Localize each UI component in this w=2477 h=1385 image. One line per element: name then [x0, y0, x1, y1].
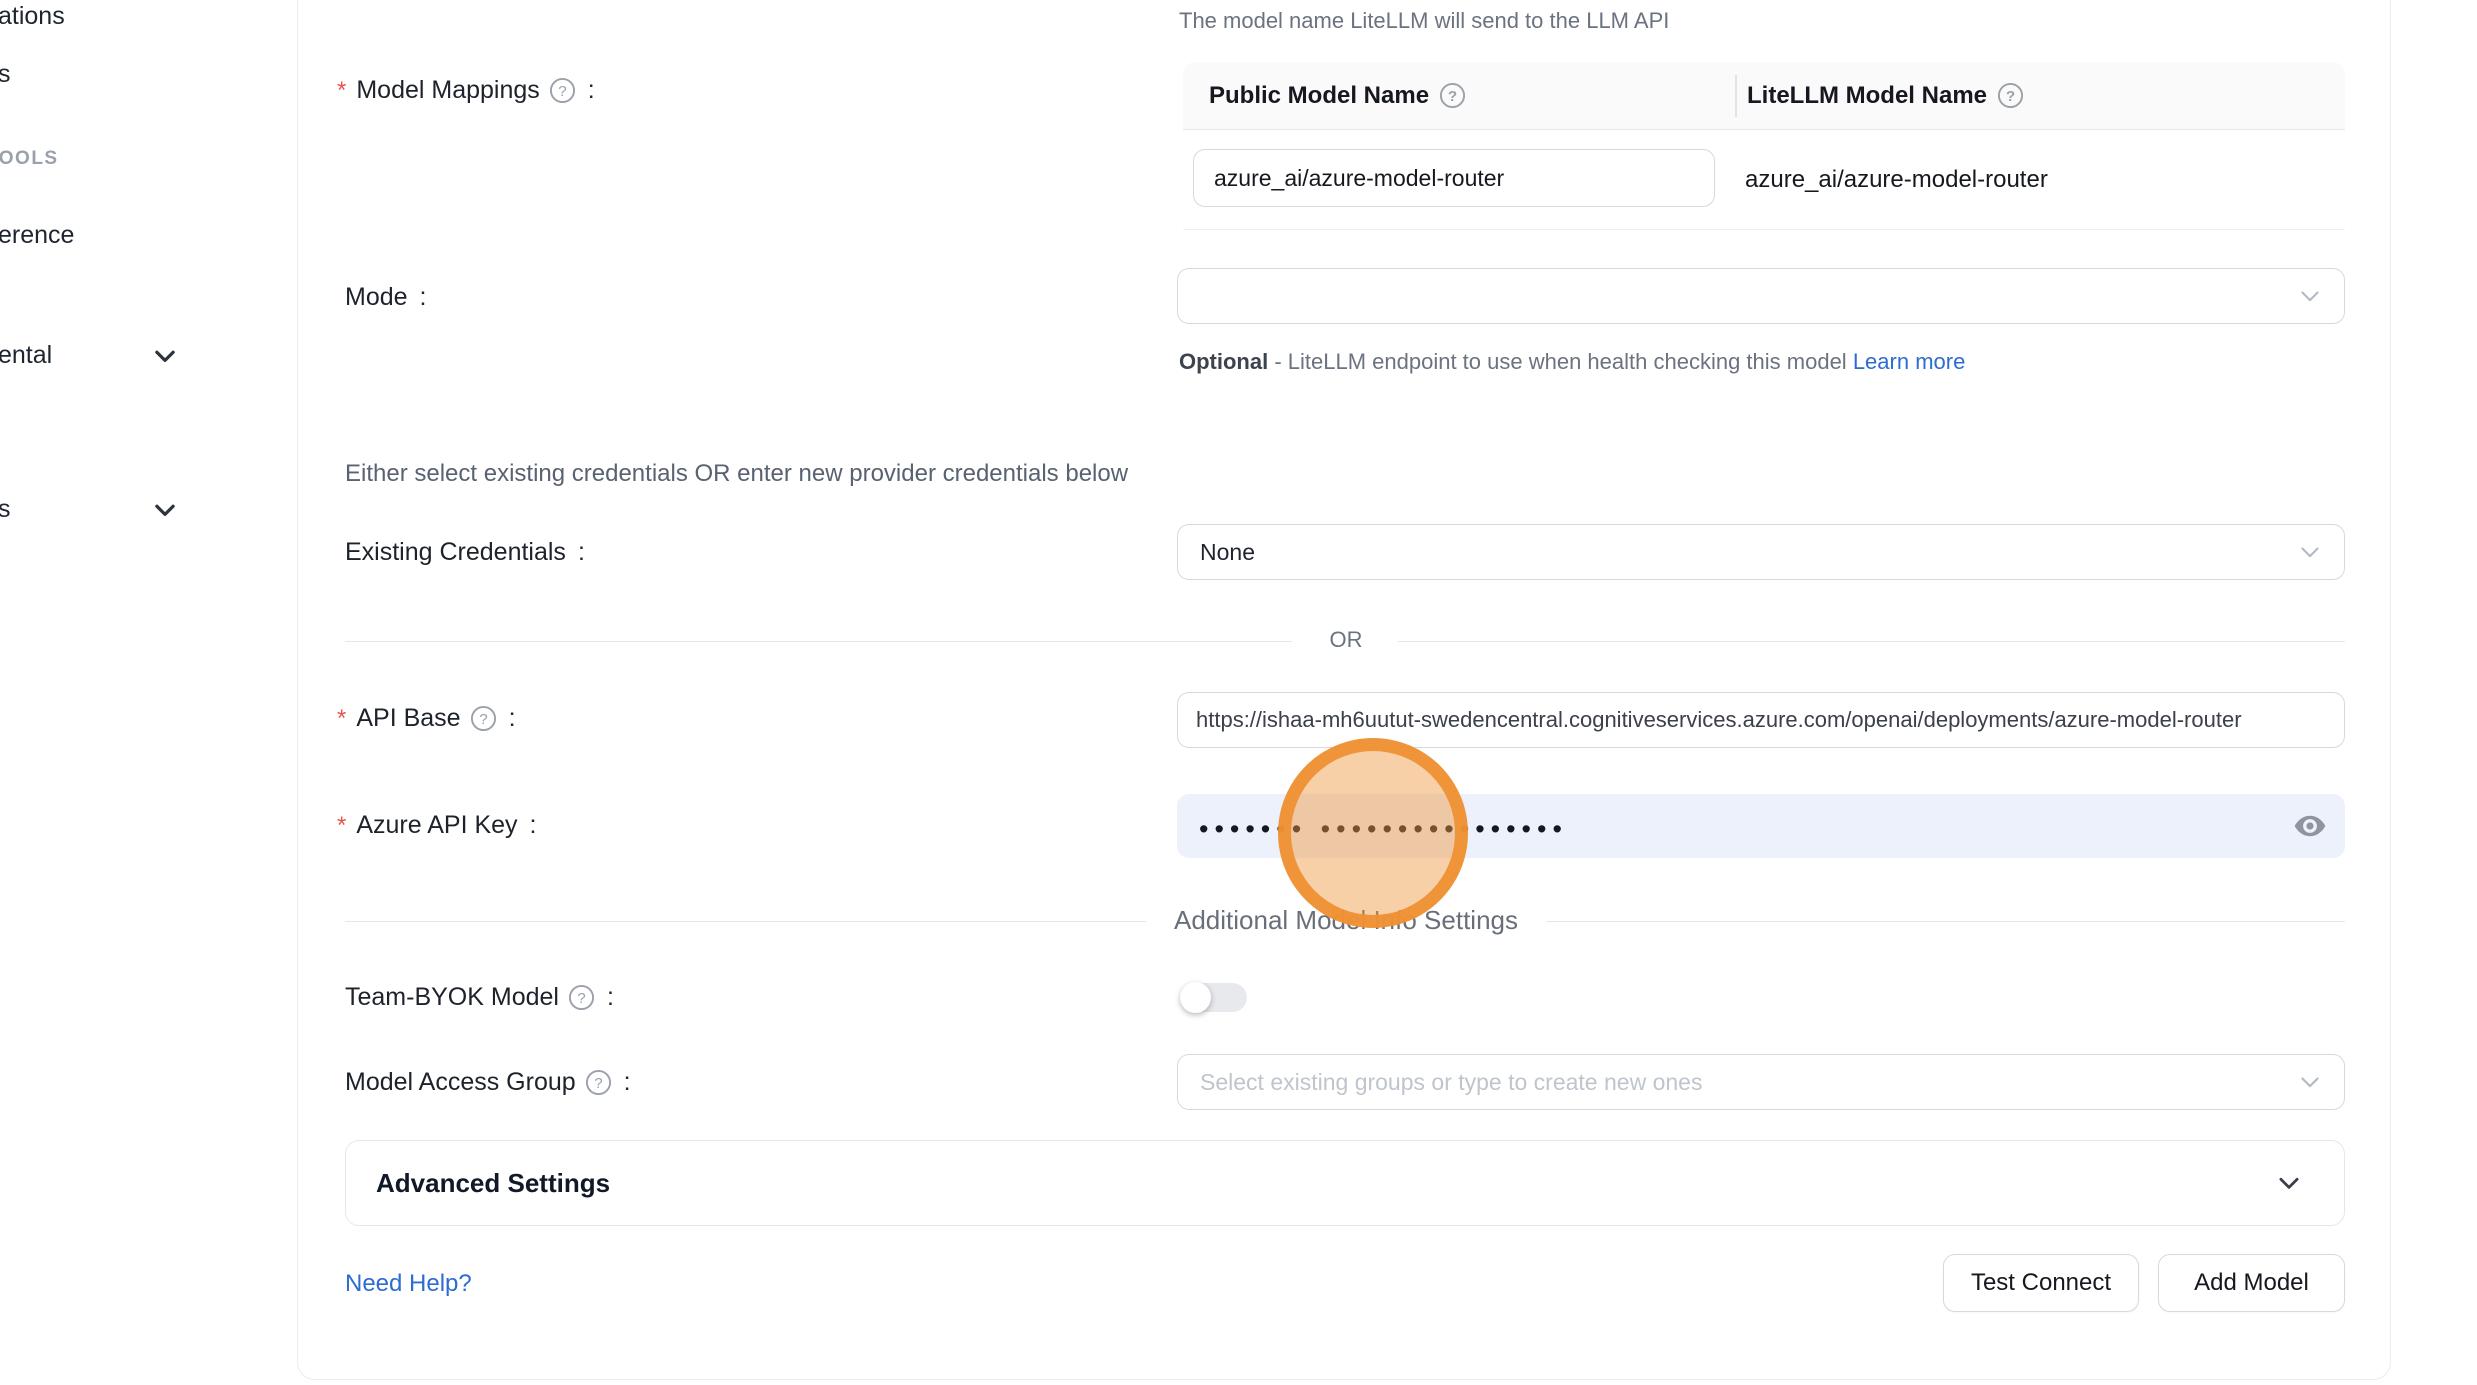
help-icon[interactable]: ? [568, 984, 595, 1011]
sidebar-item[interactable]: s [0, 60, 11, 89]
svg-text:?: ? [479, 711, 487, 728]
sidebar-item-label: ental [0, 341, 52, 369]
model-access-group-placeholder: Select existing groups or type to create… [1200, 1069, 1702, 1096]
column-public-model-name: Public Model Name ? [1183, 82, 1735, 110]
eye-icon[interactable] [2291, 807, 2329, 845]
team-byok-label: Team-BYOK Model ? : [345, 983, 614, 1012]
masked-api-key: ••••••• •••••••••••••••• [1199, 810, 1568, 843]
api-base-label: * API Base ? : [337, 704, 516, 733]
sidebar-item-inference[interactable]: erence [0, 221, 74, 250]
model-mappings-label: * Model Mappings ? : [337, 76, 595, 105]
or-divider-text: OR [1330, 627, 1363, 653]
sidebar-section-tools: TOOLS [0, 148, 59, 170]
sidebar-item-label: s [0, 60, 11, 88]
chevron-down-icon [150, 495, 180, 525]
public-model-name-input[interactable] [1193, 149, 1715, 207]
toggle-knob [1180, 982, 1211, 1013]
mode-label: Mode : [345, 283, 427, 312]
help-icon[interactable]: ? [549, 77, 576, 104]
litellm-model-name-note: The model name LiteLLM will send to the … [1179, 8, 1669, 34]
sidebar-item-organizations[interactable]: ations [0, 2, 65, 31]
svg-text:?: ? [577, 990, 585, 1007]
model-mappings-header: Public Model Name ? LiteLLM Model Name ? [1183, 62, 2345, 130]
model-mappings-row: azure_ai/azure-model-router [1183, 130, 2345, 230]
learn-more-link[interactable]: Learn more [1853, 349, 1966, 374]
colon: : [624, 1068, 631, 1097]
help-icon[interactable]: ? [470, 705, 497, 732]
or-divider-line-left [345, 641, 1292, 642]
svg-text:?: ? [1448, 88, 1457, 105]
model-access-group-select[interactable]: Select existing groups or type to create… [1177, 1054, 2345, 1110]
svg-text:?: ? [594, 1075, 602, 1092]
help-icon[interactable]: ? [1997, 82, 2024, 109]
svg-text:?: ? [2006, 88, 2015, 105]
add-model-page: ations s TOOLS erence ental s The model … [0, 0, 2477, 1385]
advanced-settings-label: Advanced Settings [376, 1168, 610, 1199]
colon: : [420, 283, 427, 312]
sidebar-item-settings[interactable]: s [0, 495, 11, 524]
model-mappings-table: Public Model Name ? LiteLLM Model Name ?… [1183, 62, 2345, 230]
litellm-model-name-value: azure_ai/azure-model-router [1745, 130, 2048, 230]
model-access-group-label: Model Access Group ? : [345, 1068, 631, 1097]
chevron-down-icon [2274, 1168, 2304, 1198]
sidebar-item-label: ations [0, 2, 65, 30]
section-divider-line-right [1546, 921, 2345, 922]
help-icon[interactable]: ? [1439, 82, 1466, 109]
existing-credentials-label: Existing Credentials : [345, 538, 585, 567]
chevron-down-icon [2296, 1068, 2324, 1096]
or-divider-line-right [1398, 641, 2345, 642]
colon: : [588, 76, 595, 105]
need-help-link[interactable]: Need Help? [345, 1270, 472, 1298]
mode-help-text: Optional - LiteLLM endpoint to use when … [1179, 342, 2024, 382]
colon: : [607, 983, 614, 1012]
mode-select[interactable] [1177, 268, 2345, 324]
section-divider-line-left [345, 921, 1146, 922]
help-icon[interactable]: ? [585, 1069, 612, 1096]
section-divider-title: Additional Model Info Settings [1174, 905, 1518, 936]
chevron-down-icon [2296, 538, 2324, 566]
sidebar-item-label: erence [0, 221, 74, 249]
sidebar-item-label: s [0, 495, 11, 523]
azure-api-key-input[interactable]: ••••••• •••••••••••••••• [1177, 794, 2345, 858]
chevron-down-icon [2296, 282, 2324, 310]
api-base-input[interactable] [1177, 692, 2345, 748]
sidebar: ations s TOOLS erence ental s [0, 0, 297, 1385]
azure-api-key-label: * Azure API Key : [337, 811, 537, 840]
add-model-button[interactable]: Add Model [2158, 1254, 2345, 1312]
chevron-down-icon [150, 341, 180, 371]
sidebar-section-label: TOOLS [0, 148, 59, 169]
column-divider [1735, 75, 1737, 117]
colon: : [578, 538, 585, 567]
credentials-note: Either select existing credentials OR en… [345, 460, 1128, 488]
existing-credentials-select[interactable]: None [1177, 524, 2345, 580]
colon: : [530, 811, 537, 840]
required-mark: * [337, 705, 346, 733]
required-mark: * [337, 812, 346, 840]
sidebar-item-experimental[interactable]: ental [0, 341, 52, 370]
eye-icon-glyph [2292, 808, 2328, 844]
required-mark: * [337, 77, 346, 105]
test-connect-button[interactable]: Test Connect [1943, 1254, 2139, 1312]
svg-text:?: ? [558, 83, 566, 100]
existing-credentials-value: None [1200, 539, 1255, 566]
column-litellm-model-name: LiteLLM Model Name ? [1735, 82, 2024, 110]
colon: : [509, 704, 516, 733]
advanced-settings-toggle[interactable]: Advanced Settings [345, 1140, 2345, 1226]
team-byok-toggle[interactable] [1181, 983, 1247, 1012]
